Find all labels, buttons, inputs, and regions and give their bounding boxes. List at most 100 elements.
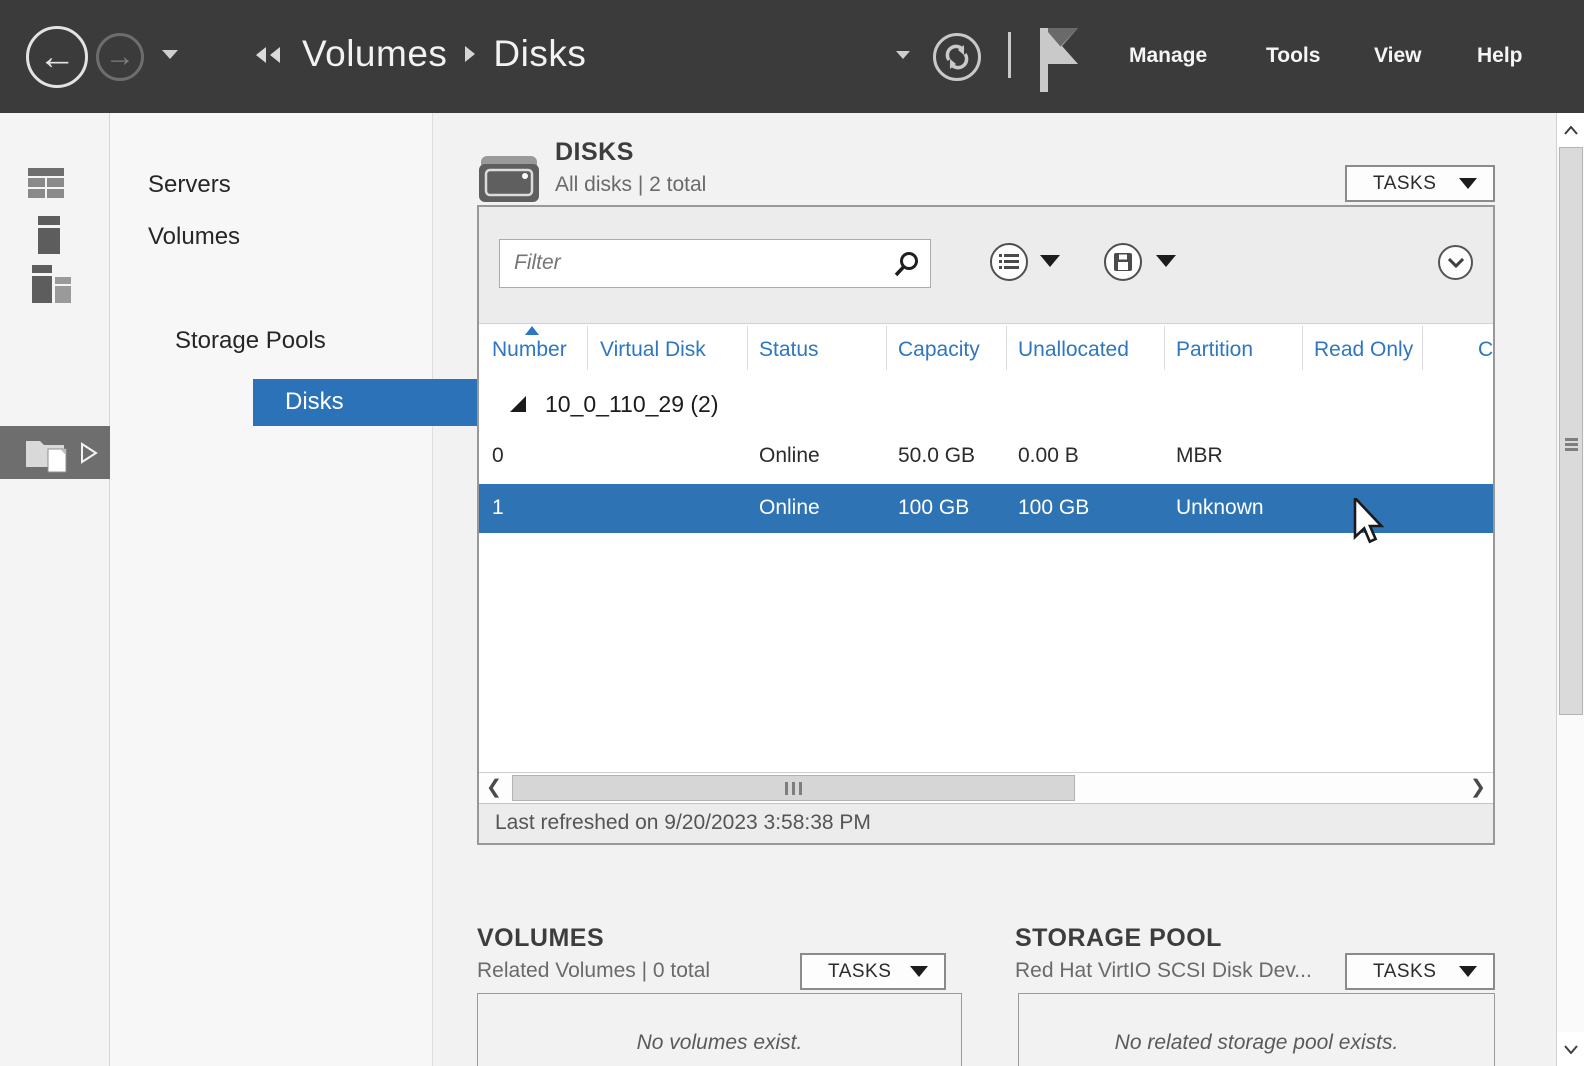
- tasks-caret-icon: [1459, 178, 1477, 189]
- horizontal-scroll-thumb[interactable]: [512, 775, 1075, 801]
- cell-unallocated: 100 GB: [1018, 496, 1089, 520]
- search-icon[interactable]: [893, 251, 920, 278]
- col-unallocated[interactable]: Unallocated: [1018, 338, 1129, 362]
- list-view-button[interactable]: [990, 243, 1028, 281]
- col-read-only[interactable]: Read Only: [1314, 338, 1413, 362]
- disks-panel: Number Virtual Disk Status Capacity Unal…: [477, 205, 1495, 845]
- breadcrumb-dropdown-icon[interactable]: [896, 51, 910, 59]
- volumes-title: VOLUMES: [477, 924, 604, 953]
- horizontal-scrollbar[interactable]: ❮ ❯: [479, 772, 1493, 803]
- top-bar: ← → Volumes Disks: [0, 0, 1584, 113]
- col-capacity[interactable]: Capacity: [898, 338, 980, 362]
- forward-icon: →: [105, 40, 135, 74]
- sidebar-item-all-servers[interactable]: [32, 265, 72, 310]
- disks-heading-icon-wrap: [477, 148, 541, 211]
- col-separator: [1164, 326, 1165, 370]
- sidebar-item-dashboard[interactable]: [28, 168, 64, 203]
- forward-button[interactable]: →: [96, 33, 144, 81]
- col-status[interactable]: Status: [759, 338, 819, 362]
- scroll-right-icon[interactable]: ❯: [1463, 773, 1493, 802]
- volumes-empty-box: No volumes exist.: [477, 993, 962, 1066]
- cell-partition: Unknown: [1176, 496, 1264, 520]
- scroll-down-icon[interactable]: [1557, 1032, 1584, 1066]
- mouse-cursor: [1353, 498, 1387, 548]
- nav-item-volumes[interactable]: Volumes: [148, 223, 240, 251]
- double-left-arrow-icon: [270, 47, 280, 63]
- vertical-scroll-thumb[interactable]: [1559, 147, 1583, 715]
- file-storage-icon: [26, 435, 74, 473]
- col-separator: [886, 326, 887, 370]
- disks-toolbar: [479, 207, 1493, 324]
- save-query-caret-icon[interactable]: [1156, 255, 1176, 267]
- disks-tasks-button[interactable]: TASKS: [1345, 165, 1495, 202]
- expand-arrow-icon: [80, 442, 98, 464]
- cell-unallocated: 0.00 B: [1018, 444, 1079, 468]
- volumes-tasks-label: TASKS: [828, 961, 891, 983]
- menu-view[interactable]: View: [1374, 44, 1421, 68]
- volumes-empty-message: No volumes exist.: [478, 1031, 961, 1055]
- menu-manage[interactable]: Manage: [1129, 44, 1207, 68]
- storage-pool-tasks-label: TASKS: [1373, 961, 1436, 983]
- local-server-icon: [38, 216, 60, 254]
- disk-drive-icon: [477, 148, 541, 206]
- col-partition[interactable]: Partition: [1176, 338, 1253, 362]
- scroll-left-icon[interactable]: ❮: [479, 773, 509, 802]
- disks-title: DISKS: [555, 138, 634, 167]
- nav-item-storage-pools[interactable]: Storage Pools: [175, 327, 326, 355]
- table-row-selected[interactable]: 1 Online 100 GB 100 GB Unknown: [479, 484, 1493, 533]
- nav-item-servers[interactable]: Servers: [148, 171, 231, 199]
- cell-status: Online: [759, 444, 820, 468]
- volumes-tasks-button[interactable]: TASKS: [800, 953, 946, 990]
- col-separator: [1302, 326, 1303, 370]
- list-icon: [999, 253, 1019, 271]
- sort-ascending-icon: [525, 326, 539, 335]
- save-query-button[interactable]: [1104, 243, 1142, 281]
- list-view-caret-icon[interactable]: [1040, 255, 1060, 267]
- table-row[interactable]: 0 Online 50.0 GB 0.00 B MBR: [479, 432, 1493, 481]
- tasks-caret-icon: [910, 966, 928, 977]
- server-manager-window: ← → Volumes Disks: [0, 0, 1584, 1066]
- col-virtual-disk[interactable]: Virtual Disk: [600, 338, 706, 362]
- filter-box: [499, 239, 931, 288]
- cell-capacity: 100 GB: [898, 496, 969, 520]
- double-left-arrow-icon: [256, 47, 266, 63]
- cell-partition: MBR: [1176, 444, 1223, 468]
- back-icon: ←: [38, 36, 76, 79]
- menu-tools[interactable]: Tools: [1266, 44, 1320, 68]
- col-clustered[interactable]: Clu: [1478, 338, 1495, 362]
- sidebar-item-file-storage-services[interactable]: [0, 426, 110, 479]
- col-separator: [1422, 326, 1423, 370]
- scroll-up-icon[interactable]: [1557, 113, 1584, 147]
- refresh-button[interactable]: [933, 33, 981, 81]
- group-collapse-icon[interactable]: [510, 396, 526, 412]
- disks-status-bar: Last refreshed on 9/20/2023 3:58:38 PM: [479, 803, 1493, 843]
- last-refreshed-text: Last refreshed on 9/20/2023 3:58:38 PM: [495, 811, 871, 835]
- storage-pool-tasks-button[interactable]: TASKS: [1345, 953, 1495, 990]
- disks-subtitle: All disks | 2 total: [555, 173, 706, 197]
- breadcrumb-volumes[interactable]: Volumes: [302, 33, 447, 75]
- vertical-scrollbar[interactable]: [1556, 113, 1584, 1066]
- sidebar-icon-strip: [0, 113, 110, 1066]
- nav-history-dropdown-icon[interactable]: [162, 50, 178, 59]
- cell-capacity: 50.0 GB: [898, 444, 975, 468]
- filter-input[interactable]: [512, 244, 872, 282]
- col-number[interactable]: Number: [492, 338, 567, 362]
- storage-pool-empty-message: No related storage pool exists.: [1019, 1031, 1494, 1055]
- sidebar-item-local-server[interactable]: [38, 216, 60, 259]
- back-button[interactable]: ←: [26, 26, 88, 88]
- dashboard-tiles-icon: [28, 168, 64, 198]
- collapse-panel-button[interactable]: [1438, 245, 1473, 280]
- nav-item-disks-label: Disks: [285, 388, 344, 416]
- menu-help[interactable]: Help: [1477, 44, 1523, 68]
- tasks-caret-icon: [1459, 966, 1477, 977]
- group-row[interactable]: 10_0_110_29 (2): [479, 383, 1493, 431]
- breadcrumb-disks[interactable]: Disks: [493, 33, 586, 75]
- breadcrumb-up-icon[interactable]: [256, 47, 280, 63]
- refresh-icon: [943, 43, 971, 71]
- nav-panel: Servers Volumes Disks Storage Pools: [110, 113, 433, 1066]
- col-separator: [747, 326, 748, 370]
- disks-tasks-label: TASKS: [1373, 173, 1436, 195]
- notifications-button[interactable]: [1038, 26, 1082, 99]
- breadcrumb-separator-icon: [465, 46, 475, 62]
- flag-icon: [1038, 26, 1082, 94]
